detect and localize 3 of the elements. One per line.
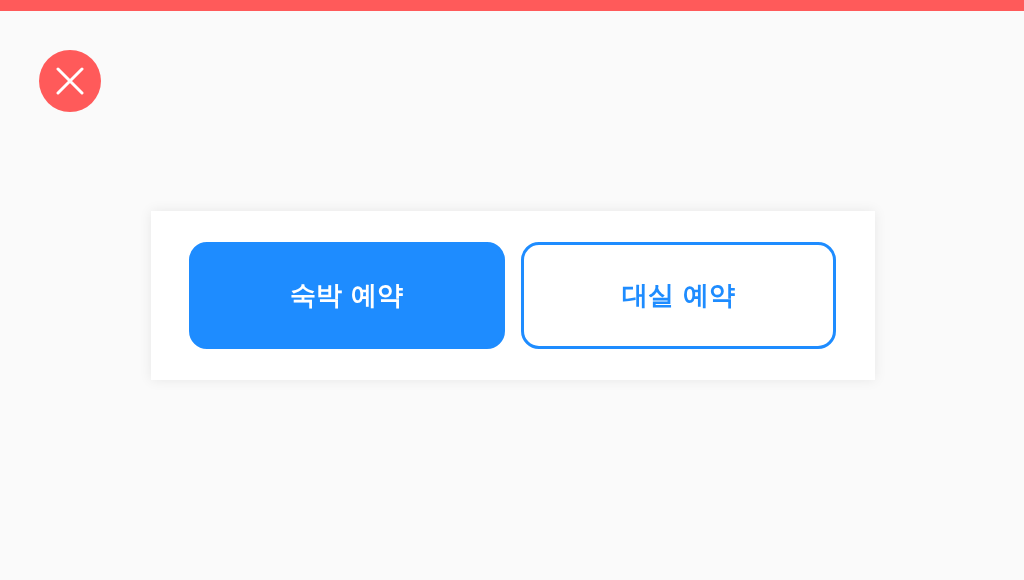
close-icon [56,67,84,95]
option-button[interactable]: 숙박 예약 [189,242,505,349]
option-button[interactable]: 대실 예약 [520,242,836,349]
